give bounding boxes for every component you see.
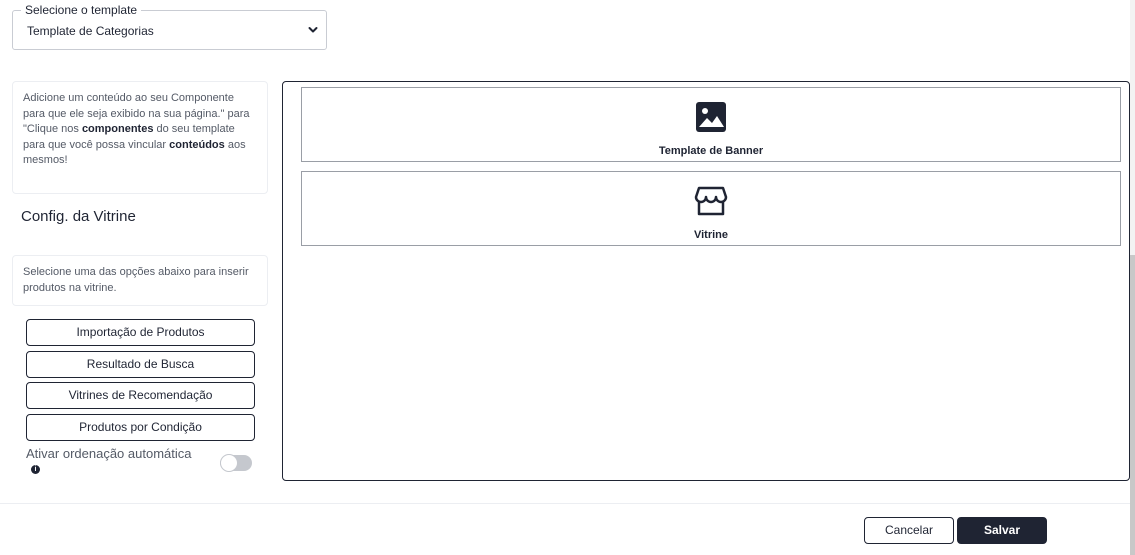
- storefront-icon: [694, 186, 728, 216]
- page: Selecione o template Template de Categor…: [0, 0, 1135, 555]
- template-canvas: Template de Banner Vitrine: [282, 81, 1130, 481]
- section-title: Config. da Vitrine: [21, 208, 136, 225]
- template-select-legend: Selecione o template: [21, 2, 142, 18]
- products-by-condition-button[interactable]: Produtos por Condição: [26, 414, 255, 441]
- toggle-knob: [220, 454, 238, 472]
- banner-template-block[interactable]: Template de Banner: [301, 87, 1121, 162]
- chevron-down-icon: [308, 27, 318, 33]
- footer-divider: [0, 503, 1130, 504]
- template-select-value: Template de Categorias: [27, 24, 154, 38]
- info-icon[interactable]: i: [31, 465, 40, 474]
- banner-template-label: Template de Banner: [658, 145, 764, 157]
- scrollbar-thumb[interactable]: [1130, 255, 1135, 555]
- auto-sort-label: Ativar ordenação automática: [26, 446, 192, 461]
- components-info-card: Adicione um conteúdo ao seu Componente p…: [12, 81, 268, 194]
- vitrine-block[interactable]: Vitrine: [301, 171, 1121, 246]
- options-hint-card: Selecione uma das opções abaixo para ins…: [12, 255, 268, 306]
- search-results-button[interactable]: Resultado de Busca: [26, 351, 255, 378]
- vitrine-label: Vitrine: [693, 229, 729, 241]
- recommendation-showcases-button[interactable]: Vitrines de Recomendação: [26, 382, 255, 409]
- auto-sort-toggle[interactable]: [220, 454, 252, 472]
- template-select[interactable]: Selecione o template Template de Categor…: [12, 2, 327, 50]
- info-bold-contents: conteúdos: [169, 138, 225, 151]
- import-products-button[interactable]: Importação de Produtos: [26, 319, 255, 346]
- save-button[interactable]: Salvar: [957, 517, 1047, 544]
- page-scrollbar[interactable]: [1130, 0, 1135, 555]
- options-hint-text: Selecione uma das opções abaixo para ins…: [23, 266, 249, 294]
- info-bold-components: componentes: [81, 123, 154, 135]
- image-icon: [696, 102, 726, 132]
- cancel-button[interactable]: Cancelar: [864, 517, 954, 544]
